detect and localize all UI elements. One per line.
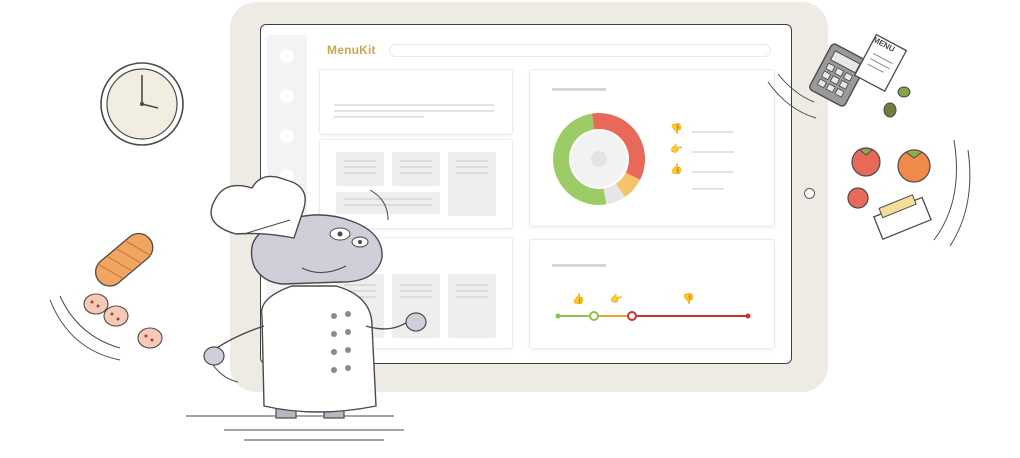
sausage-icon [83, 232, 163, 349]
hippo-chef-mascot [186, 175, 427, 441]
